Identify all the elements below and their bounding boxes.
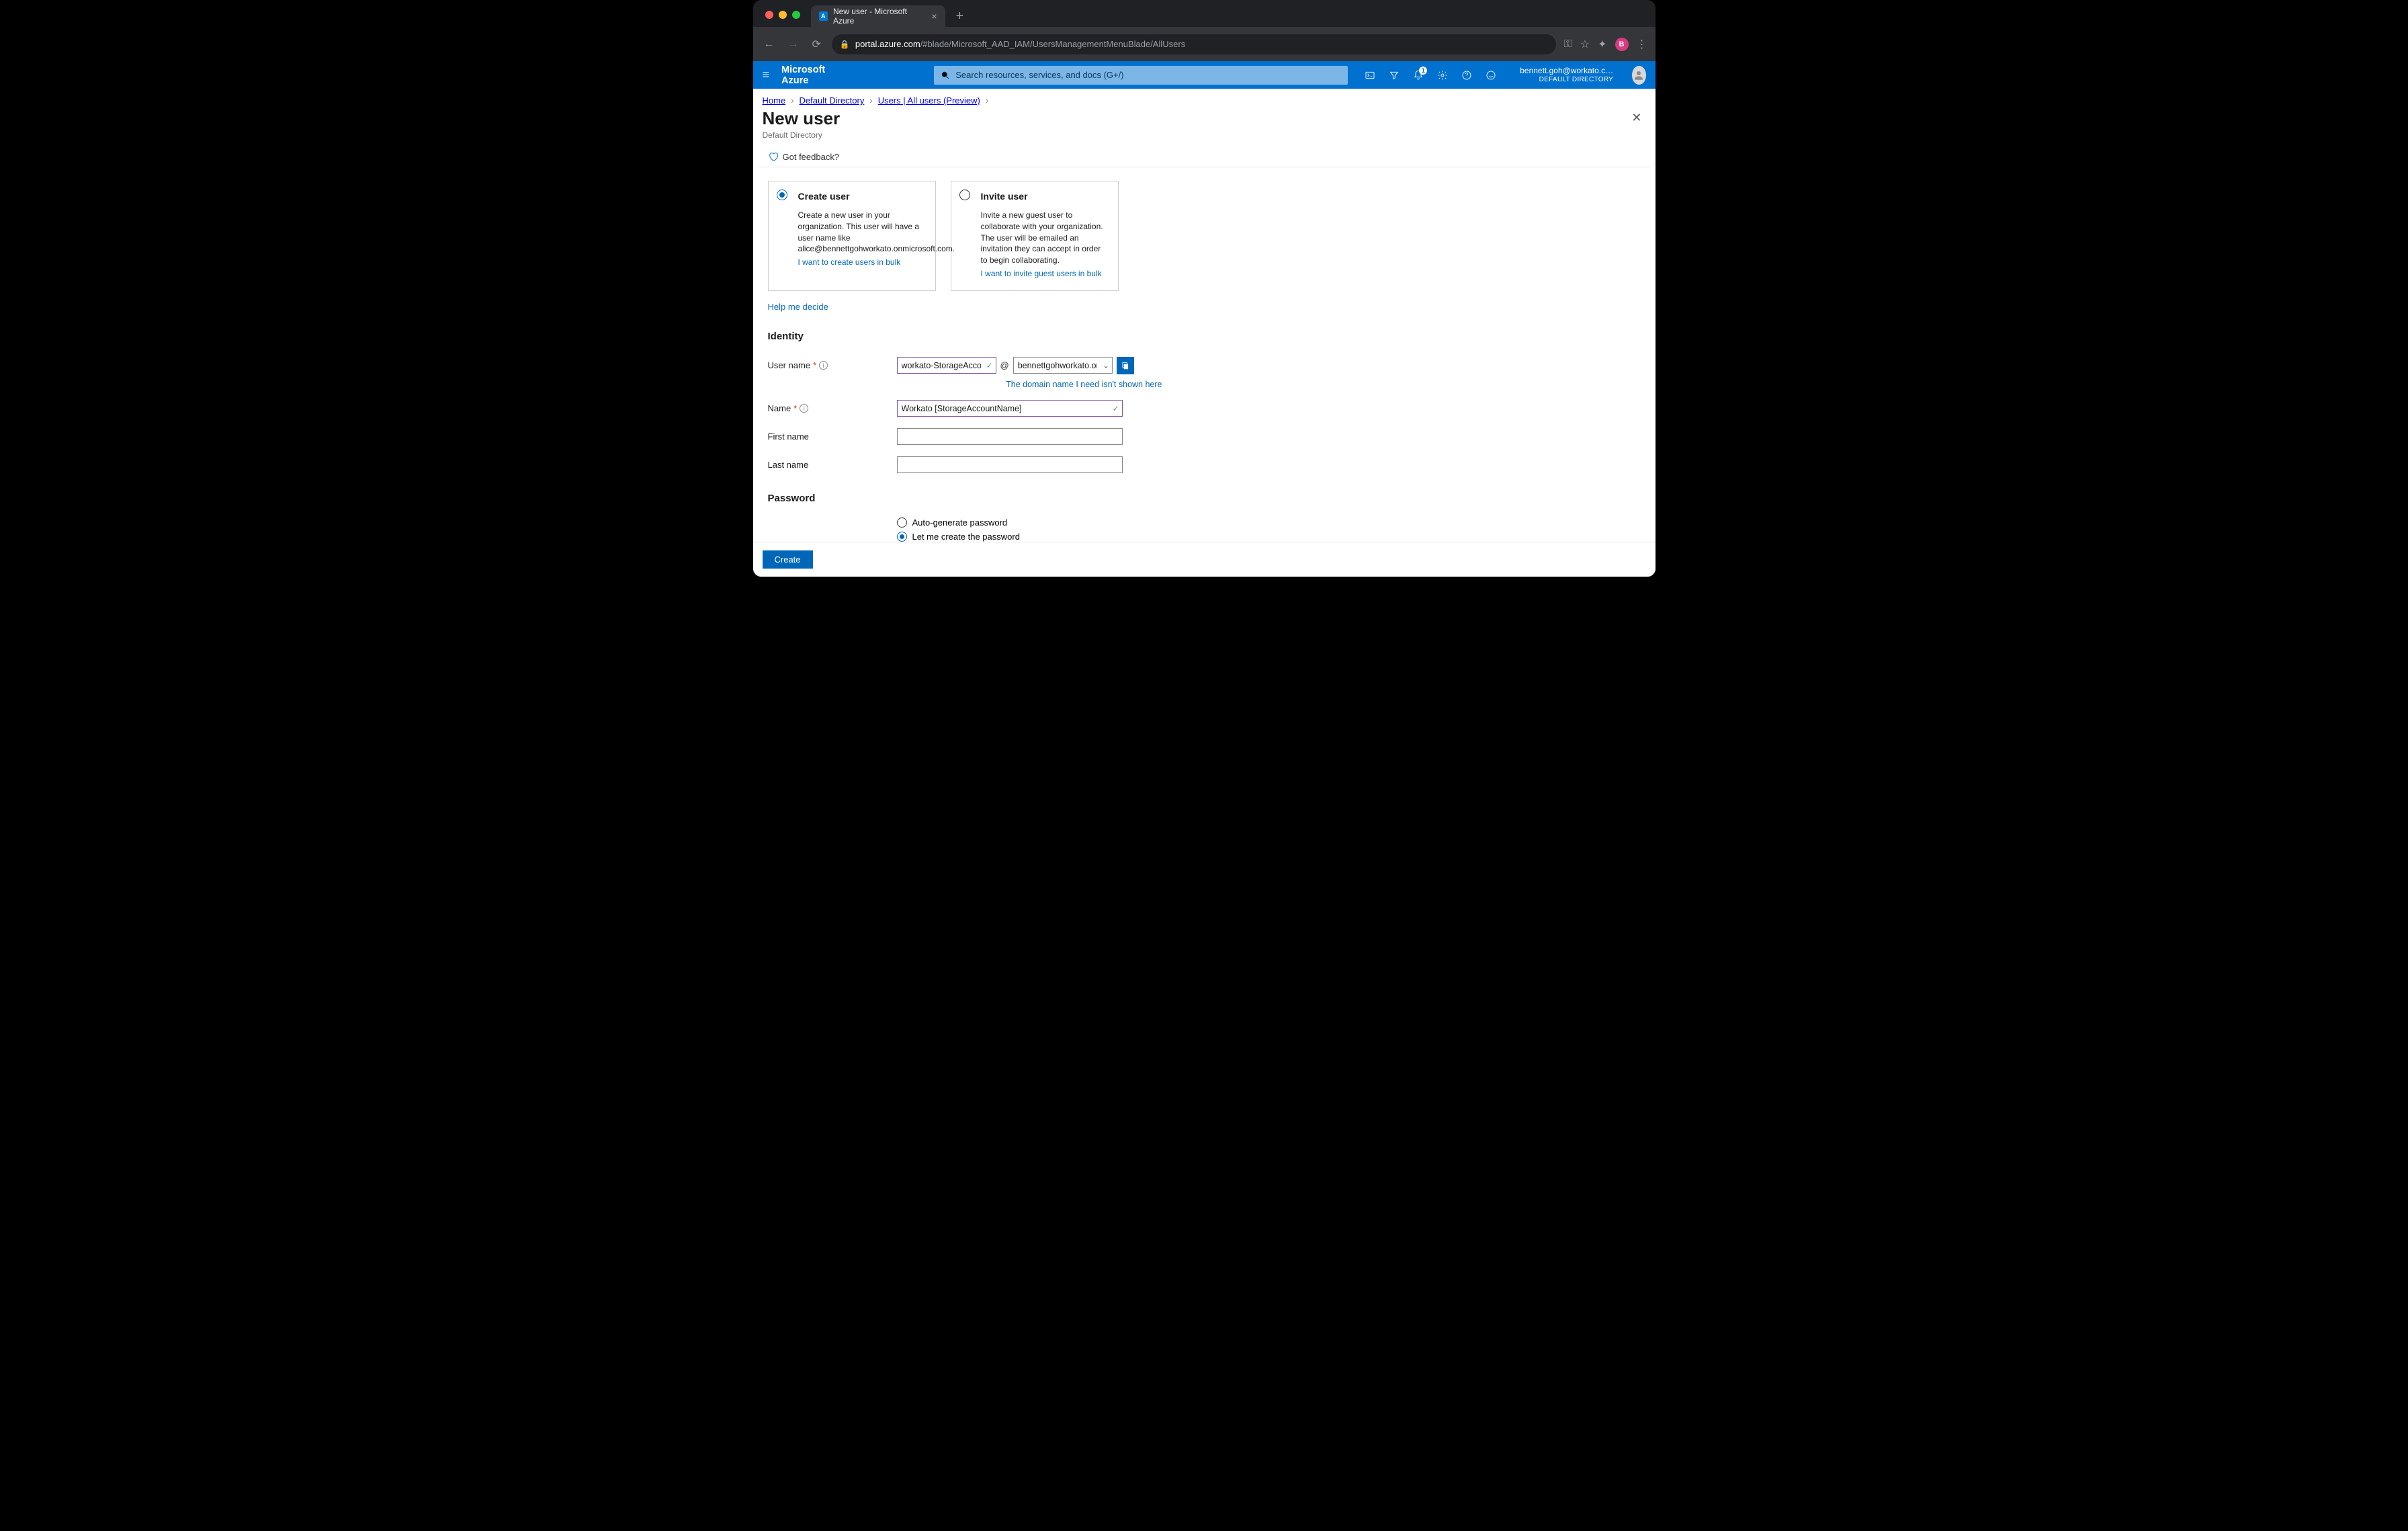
browser-tab[interactable]: A New user - Microsoft Azure × xyxy=(811,5,945,27)
manual-password-radio[interactable]: Let me create the password xyxy=(897,532,1641,542)
page-title: New user xyxy=(763,108,841,129)
search-placeholder: Search resources, services, and docs (G+… xyxy=(955,70,1123,80)
settings-icon[interactable] xyxy=(1432,65,1453,85)
firstname-label: First name xyxy=(768,431,897,442)
window-min-dot[interactable] xyxy=(779,11,787,19)
help-me-decide-link[interactable]: Help me decide xyxy=(768,302,828,312)
name-input[interactable] xyxy=(897,400,1123,417)
identity-heading: Identity xyxy=(768,331,1641,342)
invite-user-card[interactable]: Invite user Invite a new guest user to c… xyxy=(951,181,1119,291)
window-close-dot[interactable] xyxy=(765,11,773,19)
brand-label[interactable]: Microsoft Azure xyxy=(781,65,834,86)
invite-bulk-link[interactable]: I want to invite guest users in bulk xyxy=(981,269,1107,278)
feedback-icon[interactable] xyxy=(1481,65,1501,85)
forward-button[interactable]: → xyxy=(785,36,802,53)
create-user-card[interactable]: Create user Create a new user in your or… xyxy=(768,181,936,291)
invite-user-radio[interactable] xyxy=(959,190,970,200)
azure-favicon: A xyxy=(819,11,828,21)
invite-user-title: Invite user xyxy=(981,191,1107,202)
username-input[interactable] xyxy=(897,357,996,374)
domain-not-shown-link[interactable]: The domain name I need isn't shown here xyxy=(897,380,1162,389)
name-label: Name * i xyxy=(768,403,897,413)
info-icon[interactable]: i xyxy=(819,361,828,370)
firstname-input[interactable] xyxy=(897,428,1123,445)
search-icon xyxy=(941,71,950,80)
help-icon[interactable] xyxy=(1457,65,1477,85)
copy-button[interactable] xyxy=(1117,357,1134,374)
portal-header: ≡ Microsoft Azure Search resources, serv… xyxy=(753,61,1656,89)
hamburger-icon[interactable]: ≡ xyxy=(763,68,770,82)
lastname-input[interactable] xyxy=(897,456,1123,473)
filter-icon[interactable] xyxy=(1384,65,1404,85)
profile-badge[interactable]: B xyxy=(1615,38,1629,51)
account-directory: DEFAULT DIRECTORY xyxy=(1520,76,1613,83)
key-icon[interactable]: ⚿ xyxy=(1564,38,1572,50)
crumb-home[interactable]: Home xyxy=(763,95,786,106)
create-button[interactable]: Create xyxy=(763,550,813,569)
create-user-desc: Create a new user in your organization. … xyxy=(798,210,924,255)
lastname-label: Last name xyxy=(768,460,897,470)
window-max-dot[interactable] xyxy=(792,11,800,19)
account-email: bennett.goh@workato.c… xyxy=(1520,67,1613,75)
back-button[interactable]: ← xyxy=(761,36,777,53)
page-subtitle: Default Directory xyxy=(753,129,1656,147)
info-icon[interactable]: i xyxy=(800,404,808,413)
reload-button[interactable]: ⟳ xyxy=(810,35,824,54)
create-bulk-link[interactable]: I want to create users in bulk xyxy=(798,257,924,267)
url-path: /#blade/Microsoft_AAD_IAM/UsersManagemen… xyxy=(920,39,1186,49)
cloud-shell-icon[interactable] xyxy=(1360,65,1380,85)
create-user-title: Create user xyxy=(798,191,924,202)
avatar[interactable] xyxy=(1632,66,1645,85)
tab-title: New user - Microsoft Azure xyxy=(833,7,926,26)
address-bar[interactable]: 🔒 portal.azure.com/#blade/Microsoft_AAD_… xyxy=(832,34,1556,54)
password-heading: Password xyxy=(768,493,1641,504)
close-tab-icon[interactable]: × xyxy=(931,11,937,22)
invite-user-desc: Invite a new guest user to collaborate w… xyxy=(981,210,1107,266)
create-user-radio[interactable] xyxy=(777,190,787,200)
search-input[interactable]: Search resources, services, and docs (G+… xyxy=(934,66,1348,85)
feedback-label: Got feedback? xyxy=(783,152,840,162)
breadcrumb: Home› Default Directory› Users | All use… xyxy=(753,89,1656,107)
lock-icon: 🔒 xyxy=(840,40,850,49)
auto-password-radio[interactable]: Auto-generate password xyxy=(897,518,1641,528)
notifications-icon[interactable]: 1 xyxy=(1408,65,1428,85)
notification-badge: 1 xyxy=(1419,67,1427,75)
account-block[interactable]: bennett.goh@workato.c… DEFAULT DIRECTORY xyxy=(1520,67,1613,83)
heart-icon xyxy=(768,151,779,162)
url-host: portal.azure.com xyxy=(855,39,920,49)
crumb-users[interactable]: Users | All users (Preview) xyxy=(878,95,980,106)
domain-select[interactable] xyxy=(1013,357,1113,374)
close-blade-icon[interactable]: ✕ xyxy=(1627,107,1645,129)
at-symbol: @ xyxy=(1000,360,1009,370)
crumb-directory[interactable]: Default Directory xyxy=(800,95,865,106)
extensions-icon[interactable]: ✦ xyxy=(1598,38,1606,51)
menu-icon[interactable]: ⋮ xyxy=(1637,38,1647,51)
star-icon[interactable]: ☆ xyxy=(1580,38,1590,51)
username-label: User name * i xyxy=(768,360,897,370)
feedback-button[interactable]: Got feedback? xyxy=(759,147,1649,167)
new-tab-button[interactable]: + xyxy=(951,6,970,27)
